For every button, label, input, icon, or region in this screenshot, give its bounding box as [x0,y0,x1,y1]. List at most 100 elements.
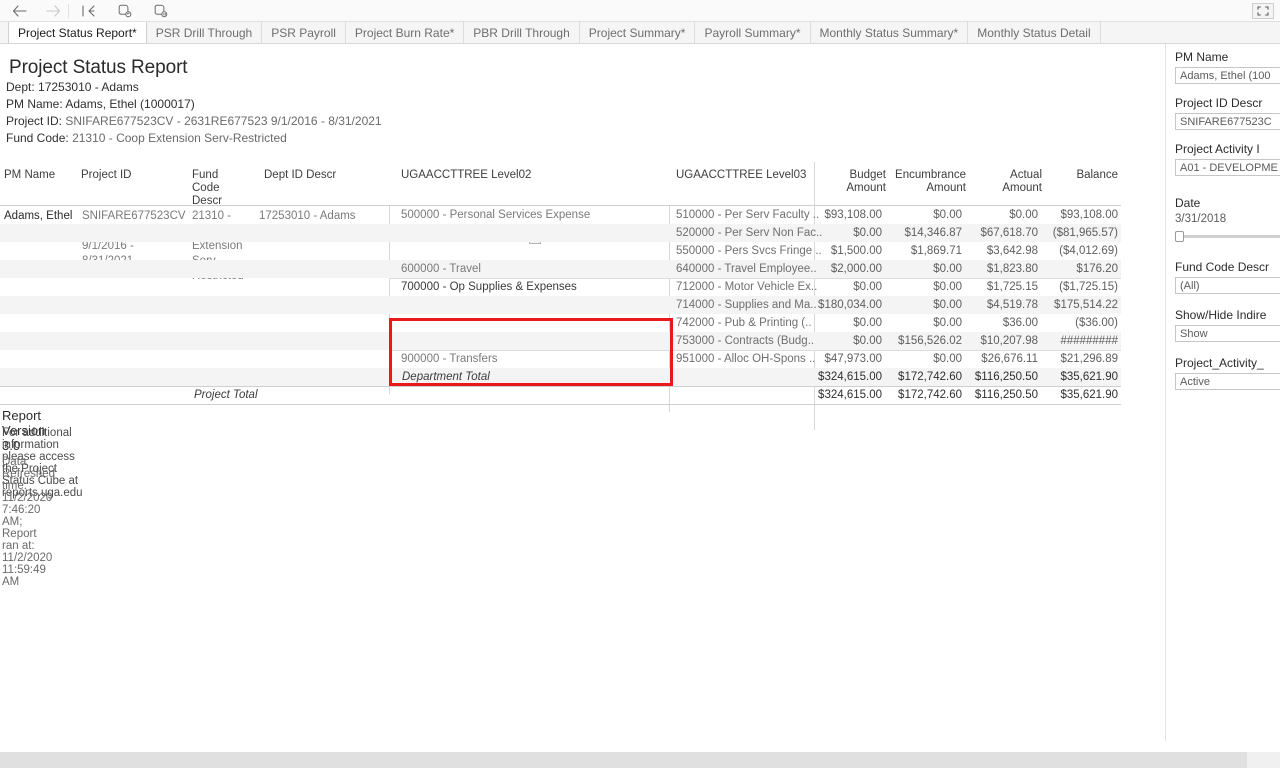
col-header-pm-name[interactable]: PM Name [4,169,55,182]
cell-level03: 714000 - Supplies and Ma.. [676,299,817,311]
filter-date-value: 3/31/2018 [1175,213,1227,225]
tab-pbr-drill-through[interactable]: PBR Drill Through [464,22,580,43]
filter-fund-code-descr-input[interactable]: (All) [1175,277,1280,294]
meta-fund-code-label: Fund Code: [6,131,69,145]
cell-balance: ($81,965.57) [1052,227,1118,239]
table-row[interactable]: 600000 - Travel 640000 - Travel Employee… [0,260,1121,278]
page-title: Project Status Report [9,57,188,78]
filter-project-id-descr-label: Project ID Descr [1175,96,1263,110]
cell-balance: $21,296.89 [1060,353,1118,365]
meta-fund-code: Fund Code: 21310 - Coop Extension Serv-R… [6,131,287,145]
meta-dept-value: 17253010 - Adams [38,80,139,94]
cell-encumbrance: $1,869.71 [910,245,962,257]
cell-level03: 520000 - Per Serv Non Fac.. [676,227,823,239]
tab-psr-drill-through[interactable]: PSR Drill Through [146,22,263,43]
date-slider-handle[interactable] [1175,231,1184,242]
cell-budget: $0.00 [853,227,882,239]
project-total-row[interactable]: Project Total $324,615.00 $172,742.60 $1… [0,386,1121,404]
cell-encumbrance: $14,346.87 [904,227,962,239]
date-slider[interactable] [1175,230,1280,242]
data-refreshed-text: Data Refreshed time: 11/2/2020 7:46:20 A… [2,456,56,588]
revert-all-icon[interactable] [76,2,102,20]
cell-level03: 742000 - Pub & Printing (.. [676,317,812,329]
cell-balance: ######### [1060,335,1118,347]
col-header-project-id[interactable]: Project ID [81,169,132,182]
worksheet-tab-strip[interactable]: Project Status Report* PSR Drill Through… [0,22,1280,44]
tab-project-summary[interactable]: Project Summary* [579,22,696,43]
col-header-balance[interactable]: Balance [1042,169,1118,182]
pause-auto-updates-icon[interactable] [148,2,174,20]
tab-project-status-report[interactable]: Project Status Report* [8,22,147,43]
meta-pm-name-value: Adams, Ethel (1000017) [65,97,195,111]
meta-dept: Dept: 17253010 - Adams [6,80,139,94]
filter-project-id-descr-input[interactable]: SNIFARE677523C [1175,113,1280,130]
table-row[interactable]: 700000 - Op Supplies & Expenses 712000 -… [0,278,1121,296]
col-header-budget-amount[interactable]: Budget Amount [814,169,886,195]
cell-balance: ($1,725.15) [1059,281,1118,293]
table-row[interactable]: 520000 - Per Serv Non Fac.. $0.00 $14,34… [0,224,1121,242]
back-arrow-icon[interactable] [6,2,32,20]
table-row[interactable]: 742000 - Pub & Printing (.. $0.00 $0.00 … [0,314,1121,332]
cell-balance: $176.20 [1076,263,1118,275]
meta-project-id: Project ID: SNIFARE677523CV - 2631RE6775… [6,114,382,128]
cell-actual: $0.00 [1009,209,1038,221]
filter-project-activity-status-input[interactable]: Active [1175,373,1280,390]
tab-monthly-status-detail[interactable]: Monthly Status Detail [968,22,1101,43]
cell-level03: 510000 - Per Serv Faculty .. [676,209,820,221]
cell-level03: 753000 - Contracts (Budg.. [676,335,815,347]
project-total-balance: $35,621.90 [1060,389,1118,401]
col-header-dept-id-descr[interactable]: Dept ID Descr [264,169,336,182]
cell-budget: $0.00 [853,317,882,329]
filter-date-label: Date [1175,196,1201,210]
table-row[interactable]: 714000 - Supplies and Ma.. $180,034.00 $… [0,296,1121,314]
cell-budget: $0.00 [853,281,882,293]
filter-pm-name: PM Name Adams, Ethel (100 [1175,50,1280,84]
filter-project-activity-id-input[interactable]: A01 - DEVELOPME [1175,159,1280,176]
table-row[interactable]: 900000 - Transfers 951000 - Alloc OH-Spo… [0,350,1121,368]
department-total-row[interactable]: Department Total $324,615.00 $172,742.60… [0,368,1121,386]
cell-encumbrance: $0.00 [933,317,962,329]
filter-panel: PM Name Adams, Ethel (100 Project ID Des… [1165,44,1280,741]
table-header-row: PM Name Project ID Fund Code Descr Dept … [0,164,1121,208]
col-header-fund-code-descr[interactable]: Fund Code Descr [192,169,248,208]
fullscreen-icon[interactable] [1252,3,1274,19]
cell-balance: ($4,012.69) [1059,245,1118,257]
date-slider-track[interactable] [1175,235,1280,238]
report-table: PM Name Project ID Fund Code Descr Dept … [0,164,1121,208]
filter-pm-name-label: PM Name [1175,50,1229,64]
filter-show-hide-indirect-label: Show/Hide Indire [1175,308,1267,322]
filter-show-hide-indirect: Show/Hide Indire Show [1175,308,1280,342]
horizontal-scrollbar-thumb[interactable] [0,752,1247,768]
table-row[interactable]: 500000 - Personal Services Expense 51000… [0,206,1121,224]
col-header-level03[interactable]: UGAACCTTREE Level03 [676,169,806,182]
project-total-encumbrance: $172,742.60 [898,389,962,401]
col-header-encumbrance-amount[interactable]: Encumbrance Amount [886,169,966,195]
tab-payroll-summary[interactable]: Payroll Summary* [695,22,811,43]
col-header-level02[interactable]: UGAACCTTREE Level02 [401,169,531,182]
filter-pm-name-input[interactable]: Adams, Ethel (100 [1175,67,1280,84]
table-row[interactable]: 753000 - Contracts (Budg.. $0.00 $156,52… [0,332,1121,350]
cell-budget: $180,034.00 [818,299,882,311]
cell-budget: $0.00 [853,335,882,347]
refresh-data-icon[interactable] [112,2,138,20]
project-total-budget: $324,615.00 [818,389,882,401]
tab-monthly-status-summary[interactable]: Monthly Status Summary* [810,22,969,43]
filter-project-activity-status-label: Project_Activity_ [1175,356,1264,370]
department-total-actual: $116,250.50 [974,371,1038,383]
cell-level03: 640000 - Travel Employee.. [676,263,817,275]
cell-level02: 500000 - Personal Services Expense [401,209,591,221]
filter-project-id-descr: Project ID Descr SNIFARE677523C [1175,96,1280,130]
meta-fund-code-value: 21310 - Coop Extension Serv-Restricted [72,131,287,145]
col-header-actual-amount[interactable]: Actual Amount [966,169,1042,195]
tab-psr-payroll[interactable]: PSR Payroll [262,22,346,43]
department-total-encumbrance: $172,742.60 [898,371,962,383]
meta-pm-name-label: PM Name: [6,97,63,111]
cell-encumbrance: $0.00 [933,263,962,275]
filter-date: Date 3/31/2018 [1175,196,1280,242]
table-row[interactable]: 550000 - Pers Svcs Fringe .. $1,500.00 $… [0,242,1121,260]
cell-actual: $1,725.15 [986,281,1038,293]
filter-show-hide-indirect-input[interactable]: Show [1175,325,1280,342]
department-total-budget: $324,615.00 [818,371,882,383]
tab-project-burn-rate[interactable]: Project Burn Rate* [345,22,465,43]
horizontal-scrollbar[interactable] [0,752,1280,768]
